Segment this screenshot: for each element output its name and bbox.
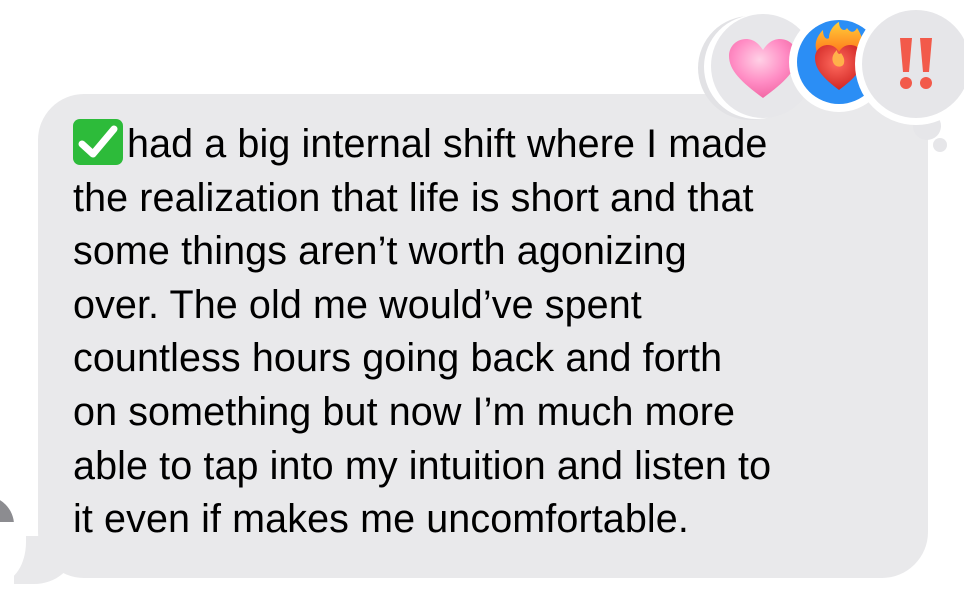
white-check-mark-icon: [73, 119, 123, 165]
double-exclamation-icon: [900, 38, 932, 89]
message-body: had a big internal shift where I made th…: [73, 122, 772, 542]
tapback-exclamation[interactable]: [862, 10, 964, 118]
message-view: had a big internal shift where I made th…: [0, 0, 964, 594]
message-text: had a big internal shift where I made th…: [73, 118, 913, 547]
